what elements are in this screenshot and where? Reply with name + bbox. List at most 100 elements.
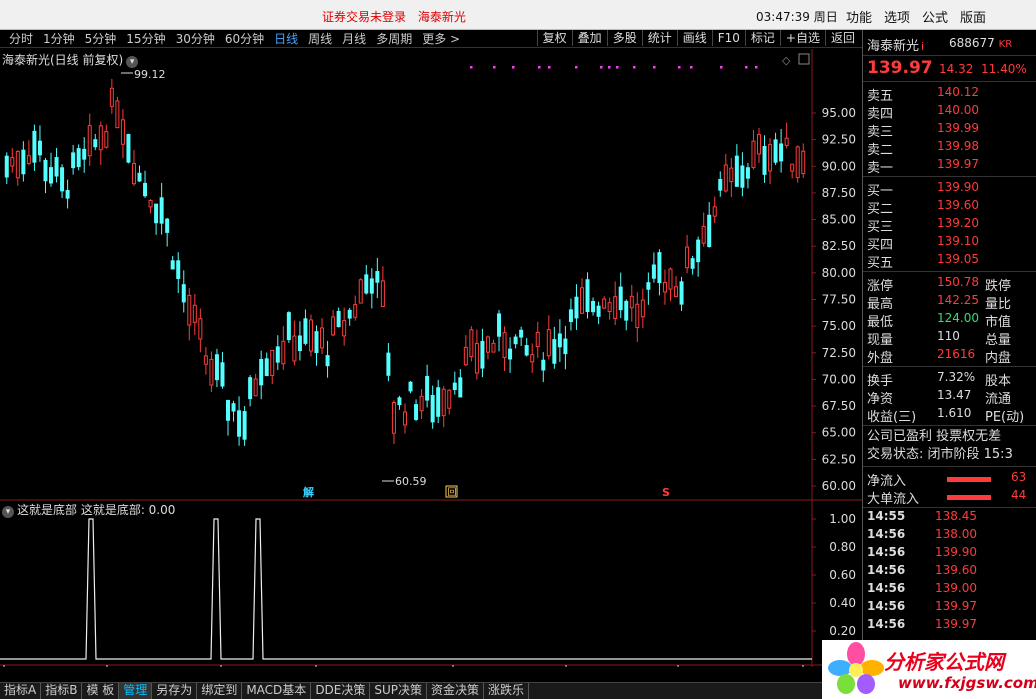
flow-value: 44 [1011,488,1027,502]
period-tab[interactable]: 60分钟 [220,31,269,47]
signal-dot [678,66,681,69]
candle-body [237,410,242,437]
candle-body [143,182,148,197]
tick-time: 14:56 [867,527,906,541]
signal-dot [538,66,541,69]
candle-body [320,327,325,349]
candle-body [386,352,391,376]
candle-body [734,155,739,187]
candle-body [585,279,590,313]
menu-layout[interactable]: 版面 [960,7,986,26]
tool-button[interactable]: 标记 [744,30,780,46]
candle-body [76,148,81,168]
candle-body [281,340,286,365]
period-tab[interactable]: 周线 [303,31,337,47]
period-tab[interactable]: 1分钟 [38,31,80,47]
indicator-tab[interactable]: 模 板 [82,683,120,699]
tick-list[interactable]: 14:55 138.45 14:56 138.00 14:56 139.90 14:56 13… [863,508,1036,634]
candle-body [43,159,48,182]
tool-button[interactable]: 多股 [606,30,642,46]
candle-body [602,298,607,309]
candle-body [414,404,419,420]
candle-body [137,172,142,182]
indicator-title-text: 这就是底部 这就是底部: 0.00 [17,503,176,517]
trade-not-logged-text[interactable]: 证券交易未登录 [322,10,406,24]
stats-block-2: 换手 7.32% 股本 净资 13.47 流通 收益(三) 1.610 PE(动) [863,367,1036,426]
tool-button[interactable]: 叠加 [571,30,607,46]
indicator-tab[interactable]: 管理 [119,683,153,699]
candle-body [231,403,236,412]
menu-formula[interactable]: 公式 [922,7,948,26]
period-tab[interactable]: 30分钟 [171,31,220,47]
company-info: 公司已盈利 投票权无差 交易状态: 闭市阶段 15:3 [863,426,1036,467]
ask-row: 卖二 139.98 [863,138,1036,158]
indicator-tab[interactable]: 指标B [41,683,83,699]
candle-body [148,199,153,208]
tool-button[interactable]: +自选 [779,30,825,46]
candle-body [723,164,728,192]
candle-body [104,131,109,148]
candle-body [275,346,280,363]
candle-body [801,150,806,174]
ask-value: 140.00 [937,103,979,117]
stat-value: 150.78 [937,275,979,289]
login-notice[interactable]: 证券交易未登录 海泰新光 [322,8,474,25]
price-tick-label: 90.00 [822,159,856,173]
candle-body [187,294,192,326]
tick-price: 139.00 [935,581,977,595]
tool-button[interactable]: 画线 [676,30,712,46]
period-tab[interactable]: 5分钟 [80,31,122,47]
tick-price: 138.00 [935,527,977,541]
indicator-tab[interactable]: 涨跌乐 [484,683,530,699]
period-tab[interactable]: 月线 [337,31,371,47]
indicator-tab[interactable]: SUP决策 [370,683,428,699]
tool-button[interactable]: F10 [711,30,745,46]
candle-body [93,139,98,148]
tool-button[interactable]: 统计 [641,30,677,46]
period-tab[interactable]: 15分钟 [121,31,170,47]
candle-body [65,190,70,199]
tool-button[interactable]: 返回 [824,30,860,46]
candle-body [469,329,474,358]
indicator-dropdown-icon[interactable]: ▾ [2,506,14,518]
indicator-tab[interactable]: 绑定到 [197,683,243,699]
candle-body [203,355,208,365]
menu-options[interactable]: 选项 [884,7,910,26]
info-icon[interactable]: i [921,40,924,53]
period-tab[interactable]: 多周期 [371,31,417,47]
candle-body [613,296,618,320]
candle-body [26,155,31,164]
tool-button[interactable]: 复权 [536,30,572,46]
indicator-tab[interactable]: DDE决策 [311,683,371,699]
stat-value: 110 [937,329,960,343]
period-tab[interactable]: 更多 > [417,31,465,47]
quote-stock-name[interactable]: 海泰新光 i [867,35,924,54]
signal-dot [548,66,551,69]
price-tick-label: 60.00 [822,479,856,493]
logo-brand-text: 分析家公式网 [884,650,1004,674]
candle-body [120,119,125,145]
kline-dropdown-icon[interactable]: ▾ [126,56,139,68]
candle-body [115,100,120,129]
top-menu: 功能 选项 公式 版面 [846,7,986,26]
signal-dot [575,66,578,69]
flow-label: 大单流入 [867,492,920,507]
period-tab[interactable]: 日线 [269,31,303,47]
ask-book: 卖五 140.12 卖四 140.00 卖三 139.99 卖二 139.98 卖一 139.97 [863,82,1036,177]
kline-chart-svg[interactable]: 95.00 92.50 90.00 87.50 85.00 82.50 80.00 77.50… [0,49,862,681]
menu-function[interactable]: 功能 [846,7,872,26]
indicator-tab[interactable]: 指标A [0,683,42,699]
money-flow: 净流入 63 大单流入 44 [863,467,1036,508]
period-tab[interactable]: 分时 [4,31,38,47]
low-label: 60.59 [395,475,427,488]
tick-time: 14:56 [867,599,906,613]
signal-dot [600,66,603,69]
tick-time: 14:56 [867,545,906,559]
indicator-tab[interactable]: 另存为 [152,683,198,699]
indicator-tab[interactable]: MACD基本 [242,683,312,699]
indicator-tab[interactable]: 资金决策 [427,683,485,699]
chart-area[interactable]: 95.00 92.50 90.00 87.50 85.00 82.50 80.00 77.50… [0,49,862,681]
candle-body [347,309,352,319]
candle-body [98,125,103,151]
stat-value: 142.25 [937,293,979,307]
